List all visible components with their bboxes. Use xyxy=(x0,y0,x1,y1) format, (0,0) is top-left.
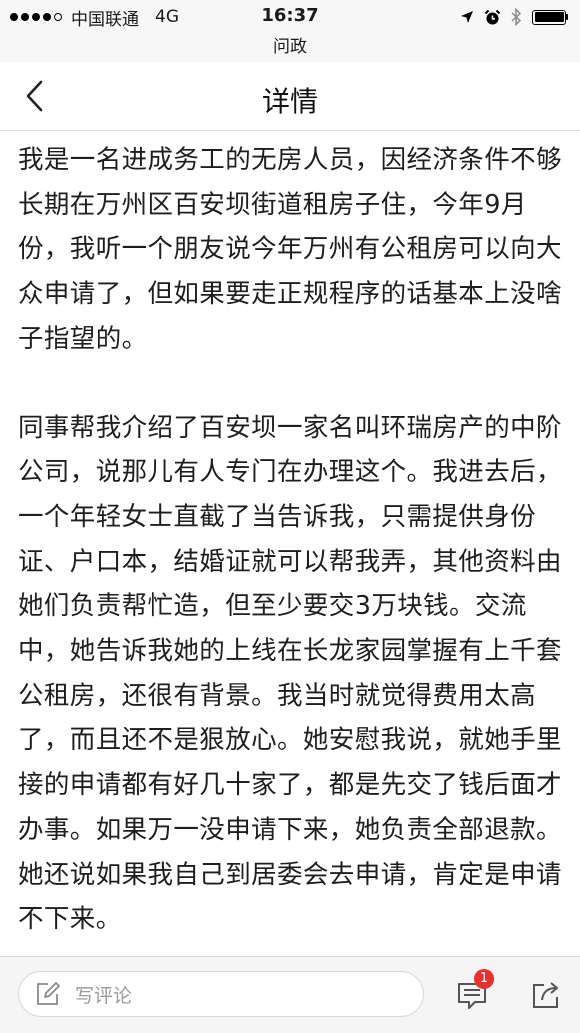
article-paragraph: 同事帮我介绍了百安坝一家名叫环瑞房产的中阶公司，说那儿有人专门在办理这个。我进去… xyxy=(18,412,562,935)
navigation-bar: 详情 xyxy=(0,62,580,131)
app-name: 问政 xyxy=(273,37,307,57)
comments-button[interactable]: 1 xyxy=(452,969,494,1015)
comment-count-badge: 1 xyxy=(474,969,494,989)
bottom-toolbar: 写评论 1 xyxy=(0,956,580,1033)
share-icon xyxy=(533,982,558,1008)
status-bar: 中国联通 4G 16:37 问政 xyxy=(0,0,580,62)
location-arrow-icon xyxy=(460,10,474,24)
article-paragraph: 我是一名进成务工的无房人员，因经济条件不够长期在万州区百安坝街道租房子住，今年9… xyxy=(18,145,562,354)
comment-placeholder: 写评论 xyxy=(75,984,133,1007)
page-title: 详情 xyxy=(261,85,318,118)
share-button[interactable] xyxy=(526,975,566,1015)
alarm-clock-icon xyxy=(484,9,501,26)
battery-icon xyxy=(532,9,568,25)
pencil-square-icon xyxy=(35,981,61,1007)
comment-input[interactable]: 写评论 xyxy=(18,971,424,1017)
status-right xyxy=(450,7,568,27)
article-body: 我是一名进成务工的无房人员，因经济条件不够长期在万州区百安坝街道租房子住，今年9… xyxy=(18,130,566,956)
bluetooth-icon xyxy=(511,8,522,26)
